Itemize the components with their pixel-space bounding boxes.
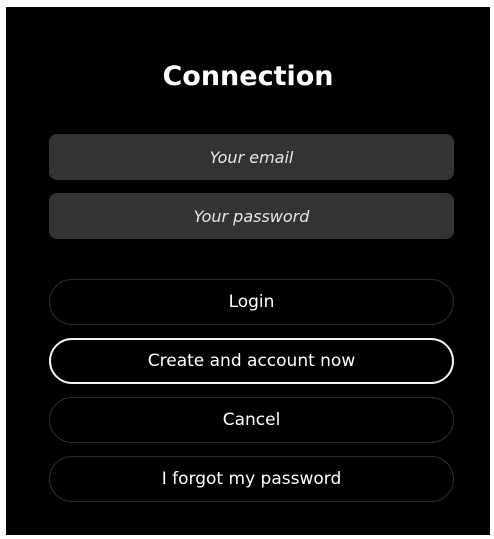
- email-field[interactable]: [49, 134, 454, 180]
- connection-dialog: Connection Login Create and account now …: [6, 7, 490, 535]
- password-field[interactable]: [49, 193, 454, 239]
- create-account-button[interactable]: Create and account now: [49, 338, 454, 384]
- dialog-title: Connection: [162, 61, 334, 92]
- forgot-password-button[interactable]: I forgot my password: [49, 456, 454, 502]
- cancel-button[interactable]: Cancel: [49, 397, 454, 443]
- login-button[interactable]: Login: [49, 279, 454, 325]
